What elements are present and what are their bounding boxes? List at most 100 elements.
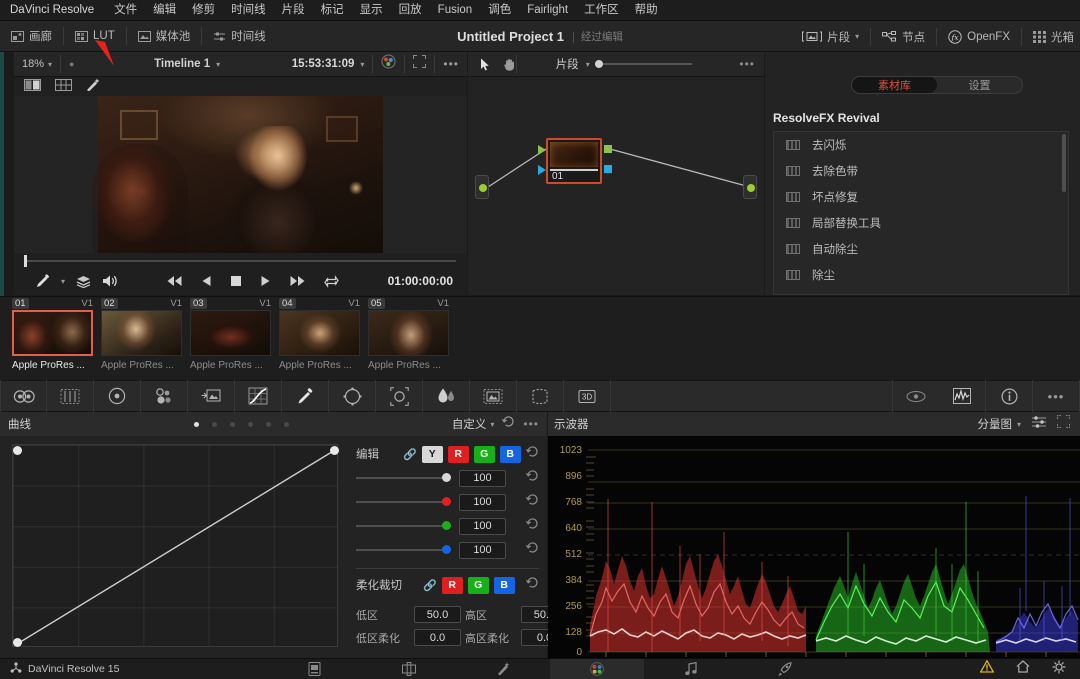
3d-tool[interactable]: 3D xyxy=(564,380,611,412)
color-wheels-tool[interactable] xyxy=(0,380,47,412)
slider-knob-g[interactable] xyxy=(442,521,451,530)
filmstrip-clip-02[interactable]: 02 V1 Apple ProRes ... xyxy=(101,297,182,371)
node-size-slider[interactable] xyxy=(594,60,692,68)
info-button[interactable] xyxy=(986,380,1033,412)
menu-item-timeline[interactable]: 时间线 xyxy=(223,0,274,21)
color-page-button[interactable] xyxy=(549,658,644,679)
deliver-page-button[interactable] xyxy=(738,659,832,679)
eyedropper-tool[interactable] xyxy=(282,380,329,412)
pointer-tool-icon[interactable] xyxy=(480,58,491,71)
softclip-reset-icon[interactable] xyxy=(525,576,539,594)
curves-preset-selector[interactable]: 自定义 ▾ xyxy=(452,416,495,432)
clip-thumbnail[interactable] xyxy=(279,310,360,356)
color-wheel-icon[interactable] xyxy=(373,54,404,74)
slider-track-g[interactable] xyxy=(356,521,451,530)
curves-page-dots[interactable] xyxy=(39,421,444,427)
channel-chip-r[interactable]: R xyxy=(447,445,469,463)
node-panel-button[interactable]: 节点 xyxy=(871,21,936,52)
menu-item-file[interactable]: 文件 xyxy=(106,0,145,21)
link-icon[interactable]: 🔗 xyxy=(423,579,437,592)
slider-track-r[interactable] xyxy=(356,497,451,506)
eyedropper-icon[interactable] xyxy=(36,274,50,288)
menu-item-color[interactable]: 调色 xyxy=(480,0,519,21)
list-item[interactable]: 自动除尘 xyxy=(774,236,1068,262)
menu-item-workspace[interactable]: 工作区 xyxy=(576,0,627,21)
page-dot-5[interactable] xyxy=(265,421,271,427)
node-more-icon[interactable]: ••• xyxy=(730,57,764,71)
node-rgb-input-port[interactable] xyxy=(538,145,546,155)
curve-control-point-high[interactable] xyxy=(13,446,22,455)
slider-reset-y[interactable] xyxy=(525,469,539,487)
slider-value-y[interactable]: 100 xyxy=(459,469,506,487)
edit-page-button[interactable] xyxy=(362,659,456,679)
scopes-panel-button[interactable] xyxy=(939,380,986,412)
grid-view-icon[interactable] xyxy=(55,78,72,96)
openfx-effect-list[interactable]: 去闪烁 去除色带 坏点修复 局部替换工具 自动除尘 除尘 xyxy=(773,131,1069,295)
clip-thumbnail[interactable] xyxy=(101,310,182,356)
edit-reset-icon[interactable] xyxy=(525,445,539,463)
viewer-timeline-selector[interactable]: Timeline 1 ▾ xyxy=(82,58,291,70)
list-item[interactable]: 坏点修复 xyxy=(774,184,1068,210)
page-dot-4[interactable] xyxy=(247,421,253,427)
page-dot-1[interactable] xyxy=(193,421,199,427)
fullscreen-icon[interactable] xyxy=(405,55,434,73)
softclip-low-soft-value[interactable]: 0.0 xyxy=(414,629,461,646)
settings-gear-icon[interactable] xyxy=(1052,660,1066,679)
jump-to-end-button[interactable] xyxy=(289,275,306,287)
softclip-chip-b[interactable]: B xyxy=(493,576,515,594)
clip-thumbnail[interactable] xyxy=(12,310,93,356)
menu-item-fairlight[interactable]: Fairlight xyxy=(519,0,576,21)
record-dot-icon[interactable]: ● xyxy=(61,59,82,69)
viewer-scrubber[interactable] xyxy=(14,253,467,267)
clip-thumbnail[interactable] xyxy=(190,310,271,356)
primaries-bars-tool[interactable] xyxy=(47,380,94,412)
page-dot-6[interactable] xyxy=(283,421,289,427)
slider-reset-b[interactable] xyxy=(525,541,539,559)
chevron-down-icon[interactable]: ▾ xyxy=(61,277,65,286)
tab-library[interactable]: 素材库 xyxy=(852,77,937,93)
slider-knob-y[interactable] xyxy=(442,473,451,482)
curves-more-icon[interactable]: ••• xyxy=(523,417,539,431)
menu-item-app[interactable]: DaVinci Resolve xyxy=(8,0,106,21)
curve-control-point-low[interactable] xyxy=(13,638,22,647)
viewer-more-icon[interactable]: ••• xyxy=(435,57,467,71)
menu-item-view[interactable]: 显示 xyxy=(352,0,391,21)
node-rgb-output-port[interactable] xyxy=(604,145,612,153)
waveform-scope[interactable]: 1023 896 768 640 512 384 256 128 0 xyxy=(548,436,1080,658)
scope-expand-icon[interactable] xyxy=(1057,415,1074,433)
node-canvas[interactable]: 01 xyxy=(468,77,764,295)
openfx-button[interactable]: fx OpenFX xyxy=(937,21,1021,52)
clip-thumbnail[interactable] xyxy=(368,310,449,356)
scope-settings-icon[interactable] xyxy=(1031,415,1047,433)
slider-value-b[interactable]: 100 xyxy=(459,541,506,559)
node-source-port[interactable] xyxy=(475,175,489,199)
sizing-tool[interactable] xyxy=(517,380,564,412)
effect-list-scrollbar[interactable] xyxy=(1062,134,1066,192)
page-dot-2[interactable] xyxy=(211,421,217,427)
stop-button[interactable] xyxy=(230,275,242,287)
lightbox-button[interactable]: 光箱 xyxy=(1022,21,1080,52)
slider-knob-r[interactable] xyxy=(442,497,451,506)
log-wheels-tool[interactable] xyxy=(94,380,141,412)
menu-item-playback[interactable]: 回放 xyxy=(391,0,430,21)
slider-reset-r[interactable] xyxy=(525,493,539,511)
timeline-button[interactable]: 时间线 xyxy=(202,21,277,52)
jump-to-start-button[interactable] xyxy=(166,275,183,287)
scope-mode-selector[interactable]: 分量图 ▾ xyxy=(977,416,1021,432)
slider-value-g[interactable]: 100 xyxy=(459,517,506,535)
node-output-port[interactable] xyxy=(743,175,757,199)
zoom-selector[interactable]: 18% ▾ xyxy=(14,58,60,70)
list-item[interactable]: 除尘 xyxy=(774,262,1068,288)
qualifier-window-tool[interactable] xyxy=(188,380,235,412)
fairlight-page-button[interactable] xyxy=(644,659,738,679)
fusion-page-button[interactable] xyxy=(456,659,550,679)
slider-track-b[interactable] xyxy=(356,545,451,554)
filmstrip-clip-01[interactable]: 01 V1 Apple ProRes ... xyxy=(12,297,93,371)
node-clip-selector[interactable]: 片段 ▾ xyxy=(517,56,730,72)
page-dot-3[interactable] xyxy=(229,421,235,427)
curve-graph[interactable] xyxy=(12,444,339,647)
viewer-timecode-selector[interactable]: 15:53:31:09 ▾ xyxy=(292,58,373,70)
menu-item-help[interactable]: 帮助 xyxy=(627,0,666,21)
key-tool[interactable] xyxy=(470,380,517,412)
keyframe-panel-button[interactable] xyxy=(892,380,939,412)
